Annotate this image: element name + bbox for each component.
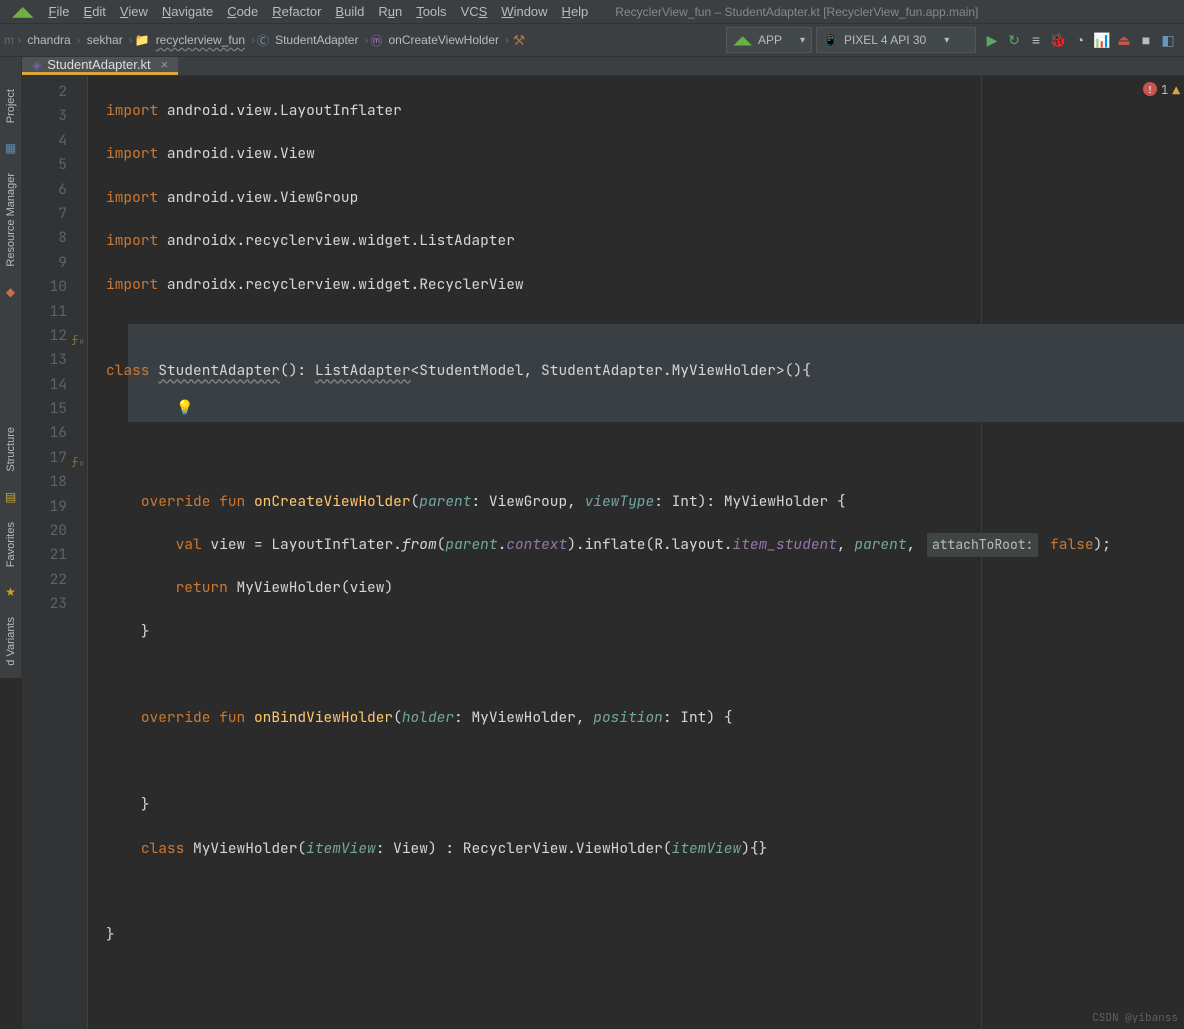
run-icon[interactable]: ▶ xyxy=(984,32,1000,48)
device-select[interactable]: 📱 PIXEL 4 API 30 ▾ xyxy=(816,27,976,53)
lineno[interactable]: 21 xyxy=(22,543,87,567)
lineno[interactable]: 16 xyxy=(22,421,87,445)
param-hint: attachToRoot: xyxy=(927,533,1038,557)
menu-edit[interactable]: Edit xyxy=(77,2,113,21)
editor-tab-studentadapter[interactable]: ◈ StudentAdapter.kt × xyxy=(22,57,178,75)
lineno[interactable]: 8 xyxy=(22,226,87,250)
lineno[interactable]: 7 xyxy=(22,202,87,226)
attach2-icon[interactable]: ⏏ xyxy=(1116,32,1132,48)
sidebar-variants[interactable]: d Variants xyxy=(5,617,17,666)
navigation-bar: m › chandra › sekhar › 📁 recyclerview_fu… xyxy=(0,24,1184,57)
intention-bulb-icon[interactable]: 💡 xyxy=(176,399,193,417)
editor-tabs: ◈ StudentAdapter.kt × xyxy=(22,57,1184,76)
lineno[interactable]: 23 xyxy=(22,592,87,616)
menu-window[interactable]: Window xyxy=(494,2,554,21)
coverage-icon[interactable]: ◔ xyxy=(1072,32,1088,48)
code-text[interactable]: import android.view.LayoutInflater impor… xyxy=(88,76,1184,1029)
resmgr-icon[interactable]: ◆ xyxy=(6,285,15,299)
layout-icon[interactable]: ◧ xyxy=(1160,32,1176,48)
lineno[interactable]: 4 xyxy=(22,129,87,153)
favorites-icon[interactable]: ★ xyxy=(5,585,16,599)
crumb-chandra[interactable]: chandra xyxy=(23,33,74,47)
sidebar-resmgr[interactable]: Resource Manager xyxy=(5,173,17,267)
project-tree-icon[interactable]: ▦ xyxy=(5,141,16,155)
android-icon: ◢◣ xyxy=(733,33,751,47)
android-logo-icon: ◢◣ xyxy=(12,3,34,20)
editor: ◈ StudentAdapter.kt × ! 1 ▲ 2 3 4 5 6 7 … xyxy=(22,57,1184,678)
crumb-sekhar[interactable]: sekhar xyxy=(83,33,127,47)
menu-vcs[interactable]: VCS xyxy=(454,2,495,21)
lineno[interactable]: 20 xyxy=(22,519,87,543)
crumb-package[interactable]: recyclerview_fun xyxy=(152,33,249,47)
attach-icon[interactable]: ≡ xyxy=(1028,32,1044,48)
device-icon: 📱 xyxy=(823,33,838,47)
breadcrumb: m › chandra › sekhar › 📁 recyclerview_fu… xyxy=(2,32,724,49)
lineno[interactable]: 14 xyxy=(22,373,87,397)
tab-close-icon[interactable]: × xyxy=(161,57,169,72)
profiler-icon[interactable]: 📊 xyxy=(1094,32,1110,48)
chevron-down-icon: ▾ xyxy=(800,35,805,46)
tab-label: StudentAdapter.kt xyxy=(47,57,150,72)
lineno[interactable]: 12ƒₒ xyxy=(22,324,87,348)
lineno[interactable]: 9 xyxy=(22,251,87,275)
code-editor[interactable]: ! 1 ▲ 2 3 4 5 6 7 8 9 10 11 12ƒₒ 13 14 1… xyxy=(22,76,1184,1029)
crumb-class[interactable]: StudentAdapter xyxy=(271,33,362,47)
lineno[interactable]: 11 xyxy=(22,300,87,324)
crumb-method[interactable]: onCreateViewHolder xyxy=(385,33,504,47)
stop-icon[interactable]: ■ xyxy=(1138,32,1154,48)
gutter: 2 3 4 5 6 7 8 9 10 11 12ƒₒ 13 14 15 16 1… xyxy=(22,76,88,1029)
lineno[interactable]: 5 xyxy=(22,153,87,177)
folder-icon: 📁 xyxy=(135,33,150,47)
sidebar-project[interactable]: Project xyxy=(5,89,17,123)
menu-bar: ◢◣ FFileile Edit View Navigate Code Refa… xyxy=(0,0,1184,24)
lineno[interactable]: 3 xyxy=(22,104,87,128)
class-icon: Ⓒ xyxy=(257,32,269,49)
run-config-select[interactable]: ◢◣ APP ▾ xyxy=(726,27,812,53)
lineno[interactable]: 13 xyxy=(22,348,87,372)
inspection-indicators[interactable]: ! 1 ▲ xyxy=(1143,82,1180,99)
run-config-label: APP xyxy=(758,33,782,47)
menu-file[interactable]: FFileile xyxy=(42,2,77,21)
lineno[interactable]: 22 xyxy=(22,568,87,592)
lineno[interactable]: 17ƒₒ xyxy=(22,446,87,470)
error-icon: ! xyxy=(1143,82,1157,96)
menu-view[interactable]: View xyxy=(113,2,155,21)
lineno[interactable]: 6 xyxy=(22,178,87,202)
left-tool-strip: Project ▦ Resource Manager ◆ Structure ▤… xyxy=(0,57,22,678)
rerun-icon[interactable]: ↻ xyxy=(1006,32,1022,48)
structure-icon[interactable]: ▤ xyxy=(5,490,16,504)
menu-build[interactable]: Build xyxy=(328,2,371,21)
lineno[interactable]: 15 xyxy=(22,397,87,421)
method-icon: ⓜ xyxy=(370,32,382,49)
menu-tools[interactable]: Tools xyxy=(409,2,453,21)
warning-icon: ▲ xyxy=(1172,82,1180,99)
menu-refactor[interactable]: Refactor xyxy=(265,2,328,21)
lineno[interactable]: 18 xyxy=(22,470,87,494)
device-label: PIXEL 4 API 30 xyxy=(844,33,926,47)
sidebar-structure[interactable]: Structure xyxy=(5,427,17,472)
debug-icon[interactable]: 🐞 xyxy=(1050,32,1066,48)
build-icon[interactable]: ⚒ xyxy=(511,32,527,48)
error-count: 1 xyxy=(1161,82,1168,99)
lineno[interactable]: 19 xyxy=(22,495,87,519)
chevron-down-icon: ▾ xyxy=(944,35,949,46)
lineno[interactable]: 10 xyxy=(22,275,87,299)
menu-code[interactable]: Code xyxy=(220,2,265,21)
menu-navigate[interactable]: Navigate xyxy=(155,2,220,21)
window-title: RecyclerView_fun – StudentAdapter.kt [Re… xyxy=(615,5,978,19)
lineno[interactable]: 2 xyxy=(22,80,87,104)
menu-run[interactable]: Run xyxy=(371,2,409,21)
sidebar-favorites[interactable]: Favorites xyxy=(5,522,17,567)
kotlin-file-icon: ◈ xyxy=(32,58,41,72)
menu-help[interactable]: Help xyxy=(555,2,596,21)
